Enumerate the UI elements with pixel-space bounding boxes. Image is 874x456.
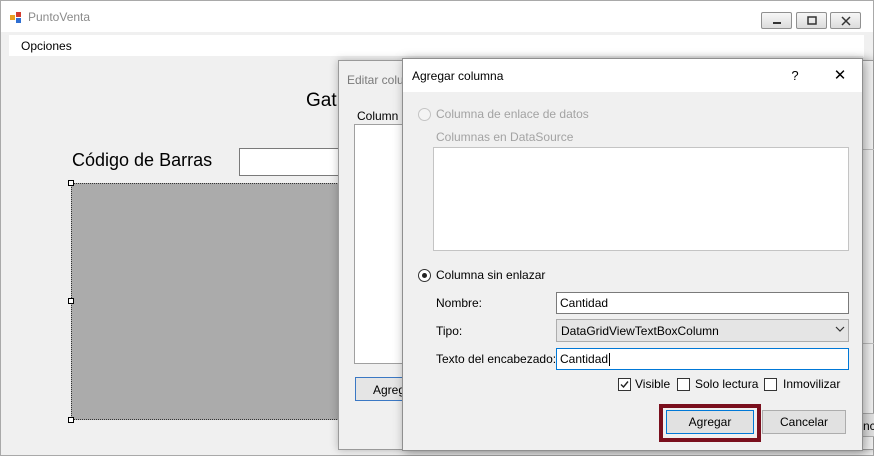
minimize-icon (773, 22, 781, 24)
window-title: PuntoVenta (28, 10, 91, 24)
main-titlebar: PuntoVenta (1, 1, 873, 32)
data-grid[interactable] (71, 183, 351, 420)
dialog-title: Agregar columna (412, 69, 504, 83)
datasource-label: Columnas en DataSource (436, 130, 574, 144)
name-label: Nombre: (436, 296, 483, 310)
resize-handle[interactable] (68, 180, 74, 186)
radio-selected-dot (422, 273, 427, 278)
maximize-button[interactable] (796, 12, 827, 29)
bound-column-label: Columna de enlace de datos (436, 107, 589, 121)
barcode-label: Código de Barras (72, 150, 213, 170)
add-column-dialog: Agregar columna ? ✕ Columna de enlace de… (402, 58, 863, 451)
text-caret (609, 353, 611, 367)
edit-cancel-label: nce (863, 419, 874, 433)
frozen-checkbox[interactable] (764, 378, 777, 391)
radio-unbound-column[interactable] (418, 269, 431, 282)
unbound-column-label: Columna sin enlazar (436, 268, 546, 282)
dialog-titlebar: Agregar columna ? ✕ (403, 59, 862, 92)
maximize-icon (807, 16, 817, 25)
cancelar-button[interactable]: Cancelar (762, 410, 846, 434)
close-icon (841, 16, 851, 26)
help-button[interactable]: ? (783, 66, 807, 86)
columns-list[interactable] (354, 124, 404, 364)
checkmark-icon (620, 381, 629, 389)
edit-dialog-title: Editar colu (347, 73, 404, 87)
header-text-label: Texto del encabezado: (436, 352, 557, 366)
barcode-input[interactable] (239, 148, 349, 176)
resize-handle[interactable] (68, 298, 74, 304)
type-value: DataGridViewTextBoxColumn (561, 324, 719, 338)
name-input[interactable]: Cantidad (556, 292, 849, 314)
header-text-value: Cantidad (560, 352, 609, 366)
name-value: Cantidad (560, 296, 609, 310)
readonly-checkbox[interactable] (677, 378, 690, 391)
header-text-input[interactable]: Cantidad (556, 348, 849, 370)
close-window-button[interactable] (830, 12, 861, 29)
menu-opciones[interactable]: Opciones (21, 39, 72, 53)
type-select[interactable]: DataGridViewTextBoxColumn (556, 319, 849, 342)
edit-add-label: Agreg (373, 383, 406, 397)
readonly-label: Solo lectura (695, 377, 759, 391)
columns-label: Column (357, 109, 399, 123)
datasource-columns-list[interactable] (433, 147, 849, 251)
page-title: Gat (306, 90, 337, 111)
chevron-down-icon (835, 326, 845, 332)
radio-bound-column[interactable] (418, 108, 431, 121)
visible-label: Visible (635, 377, 671, 391)
visible-checkbox[interactable] (618, 378, 631, 391)
frozen-label: Inmovilizar (783, 377, 841, 391)
minimize-button[interactable] (761, 12, 792, 29)
edit-add-button[interactable]: Agreg (355, 377, 407, 401)
resize-handle[interactable] (68, 417, 74, 423)
menu-bar: Opciones (9, 35, 864, 57)
close-dialog-button[interactable]: ✕ (823, 65, 857, 87)
type-label: Tipo: (436, 324, 463, 338)
agregar-button[interactable]: Agregar (666, 410, 754, 434)
app-icon (10, 12, 21, 23)
